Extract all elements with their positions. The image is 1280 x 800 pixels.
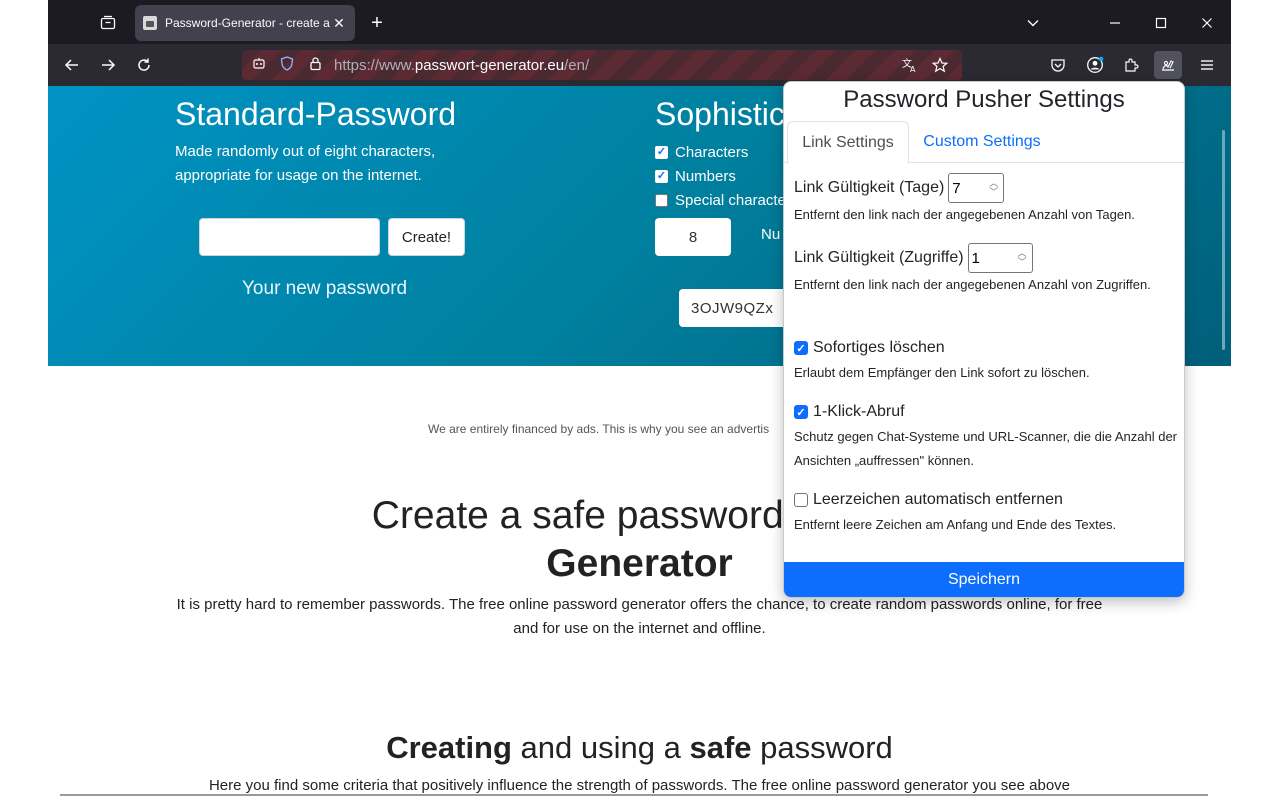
chevron-down-icon[interactable] bbox=[1016, 8, 1050, 38]
heading-text-end: password bbox=[751, 730, 893, 765]
bookmark-star-icon[interactable] bbox=[928, 54, 952, 76]
days-value: 7 bbox=[952, 179, 961, 197]
create-button[interactable]: Create! bbox=[388, 218, 465, 256]
views-input[interactable]: 1 ︿ ﹀ bbox=[967, 243, 1033, 273]
url-prefix: https://www. bbox=[334, 56, 415, 74]
password-pusher-extension-icon[interactable] bbox=[1154, 51, 1182, 79]
heading-bold-creating: Creating bbox=[386, 730, 512, 765]
option-special-label: Special characte bbox=[675, 192, 786, 209]
one-click-checkbox[interactable]: ✓ bbox=[794, 405, 808, 419]
heading-bold-safe: safe bbox=[689, 730, 752, 765]
lock-icon[interactable] bbox=[304, 56, 326, 74]
close-window-icon[interactable] bbox=[1190, 8, 1224, 38]
trim-whitespace-help: Entfernt leere Zeichen am Anfang und End… bbox=[794, 517, 1117, 532]
tab-custom-settings[interactable]: Custom Settings bbox=[916, 121, 1048, 163]
account-icon[interactable] bbox=[1081, 51, 1109, 79]
tab-title: Password-Generator - create a s bbox=[165, 16, 331, 30]
days-input[interactable]: 7 ︿ ﹀ bbox=[948, 173, 1005, 203]
one-click-label: 1-Klick-Abruf bbox=[813, 403, 905, 420]
views-label: Link Gültigkeit (Zugriffe) bbox=[794, 249, 964, 266]
option-characters-label: Characters bbox=[675, 144, 749, 161]
tab-password-generator[interactable]: Password-Generator - create a s ✕ bbox=[135, 5, 355, 41]
instant-delete-help: Erlaubt dem Empfänger den Link sofort zu… bbox=[794, 365, 1090, 380]
pocket-icon[interactable] bbox=[1044, 51, 1072, 79]
days-label: Link Gültigkeit (Tage) bbox=[794, 179, 945, 196]
url-text[interactable]: https://www.passwort-generator.eu/en/ bbox=[334, 57, 589, 74]
reload-icon[interactable] bbox=[129, 50, 159, 80]
your-new-password-label: Your new password bbox=[242, 278, 408, 299]
tracking-protection-shield-icon[interactable] bbox=[276, 56, 298, 74]
url-domain: passwort-generator.eu bbox=[414, 56, 565, 74]
url-path: /en/ bbox=[564, 56, 590, 74]
instant-delete-checkbox[interactable]: ✓ bbox=[794, 341, 808, 355]
option-numbers-label: Numbers bbox=[675, 168, 736, 185]
ads-notice: We are entirely financed by ads. This is… bbox=[428, 422, 770, 436]
tab-strip: Password-Generator - create a s ✕ + bbox=[48, 0, 1231, 44]
one-click-option[interactable]: ✓ 1-Klick-Abruf bbox=[794, 403, 905, 421]
close-tab-icon[interactable]: ✕ bbox=[331, 15, 347, 32]
menu-hamburger-icon[interactable] bbox=[1193, 51, 1221, 79]
password-pusher-settings-popup: Password Pusher Settings Link Settings C… bbox=[783, 81, 1185, 598]
bottom-border bbox=[60, 794, 1208, 796]
save-button[interactable]: Speichern bbox=[784, 562, 1184, 597]
tab-link-settings[interactable]: Link Settings bbox=[787, 121, 909, 164]
views-field: Link Gültigkeit (Zugriffe) 1 ︿ ﹀ bbox=[794, 243, 1033, 273]
days-help: Entfernt den link nach der angegebenen A… bbox=[794, 207, 1135, 222]
checkbox-special[interactable] bbox=[655, 194, 668, 207]
sophisticated-password-title: Sophistic bbox=[655, 96, 785, 132]
standard-password-description: Made randomly out of eight characters, a… bbox=[175, 143, 436, 184]
address-bar[interactable]: https://www.passwort-generator.eu/en/ 文A bbox=[242, 50, 962, 80]
back-arrow-icon[interactable] bbox=[57, 50, 87, 80]
section-heading: Creating and using a safe password bbox=[48, 730, 1231, 766]
number-label: Nu bbox=[761, 226, 781, 243]
checkbox-characters[interactable]: ✓ bbox=[655, 146, 668, 159]
option-numbers[interactable]: ✓ Numbers bbox=[655, 168, 736, 185]
stepper-arrows-icon[interactable]: ︿ ﹀ bbox=[1018, 249, 1027, 267]
sophisticated-password-output[interactable]: 3OJW9QZx bbox=[679, 289, 799, 327]
option-characters[interactable]: ✓ Characters bbox=[655, 144, 748, 161]
views-value: 1 bbox=[971, 249, 980, 267]
standard-password-output[interactable] bbox=[199, 218, 380, 256]
checkbox-numbers[interactable]: ✓ bbox=[655, 170, 668, 183]
trim-whitespace-checkbox[interactable] bbox=[794, 493, 808, 507]
remote-control-robot-icon bbox=[248, 57, 270, 74]
desktop: Password-Generator - create a s ✕ + http… bbox=[0, 0, 1280, 800]
translate-icon[interactable]: 文A bbox=[898, 54, 922, 76]
maximize-icon[interactable] bbox=[1144, 8, 1178, 38]
length-input[interactable]: 8 bbox=[655, 218, 731, 256]
heading-text-mid: and using a bbox=[511, 730, 690, 765]
minimize-icon[interactable] bbox=[1098, 8, 1132, 38]
views-help: Entfernt den link nach der angegebenen A… bbox=[794, 277, 1151, 292]
page-scrollbar[interactable] bbox=[1222, 130, 1225, 350]
option-special[interactable]: Special characte bbox=[655, 192, 786, 209]
navigation-toolbar: https://www.passwort-generator.eu/en/ 文A bbox=[48, 44, 1231, 86]
new-tab-button[interactable]: + bbox=[364, 10, 390, 36]
one-click-help: Schutz gegen Chat-Systeme und URL-Scanne… bbox=[794, 429, 1178, 468]
forward-arrow-icon[interactable] bbox=[93, 50, 123, 80]
days-field: Link Gültigkeit (Tage) 7 ︿ ﹀ bbox=[794, 173, 1005, 203]
popup-title: Password Pusher Settings bbox=[843, 86, 1125, 113]
criteria-paragraph: Here you find some criteria that positiv… bbox=[208, 777, 1071, 794]
instant-delete-option[interactable]: ✓ Sofortiges löschen bbox=[794, 339, 945, 357]
svg-text:A: A bbox=[910, 65, 916, 73]
intro-paragraph: It is pretty hard to remember passwords.… bbox=[176, 596, 1103, 637]
instant-delete-label: Sofortiges löschen bbox=[813, 339, 945, 356]
site-favicon-icon bbox=[143, 16, 157, 30]
trim-whitespace-label: Leerzeichen automatisch entfernen bbox=[813, 491, 1063, 508]
tab-overview-icon[interactable] bbox=[92, 8, 124, 38]
standard-password-title: Standard-Password bbox=[175, 96, 457, 132]
stepper-arrows-icon[interactable]: ︿ ﹀ bbox=[989, 179, 998, 197]
extensions-puzzle-icon[interactable] bbox=[1117, 51, 1145, 79]
popup-tabs: Link Settings Custom Settings bbox=[784, 121, 1184, 164]
trim-whitespace-option[interactable]: Leerzeichen automatisch entfernen bbox=[794, 491, 1063, 509]
